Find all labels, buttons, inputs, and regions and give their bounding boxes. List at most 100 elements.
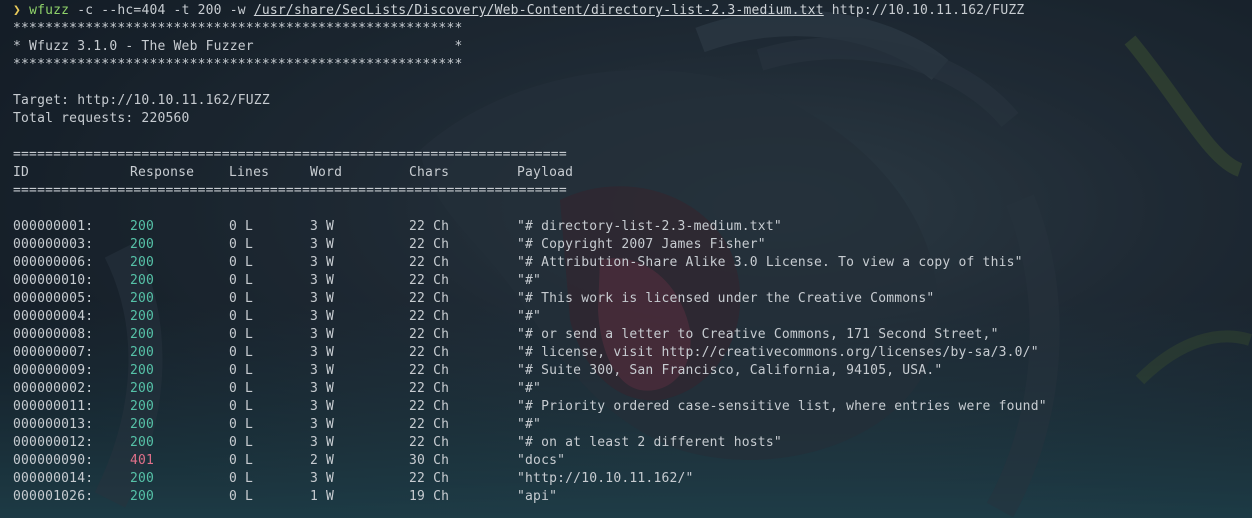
terminal-output: ❯ wfuzz -c --hc=404 -t 200 -w /usr/share…	[0, 0, 1252, 518]
row-lines: 0 L	[229, 363, 254, 378]
row-response: 200	[130, 255, 155, 270]
row-lines: 0 L	[229, 291, 254, 306]
row-id: 000000090:	[13, 453, 94, 468]
row-payload: "#"	[517, 309, 542, 324]
row-lines: 0 L	[229, 471, 254, 486]
table-separator-bottom: ========================================…	[13, 183, 567, 198]
row-word: 3 W	[310, 363, 335, 378]
table-row: 000000014: 200 0 L 3 W 22 Ch "http://10.10.11…	[13, 470, 1213, 488]
table-row: 000001026: 200 0 L 1 W 19 Ch "api"	[13, 488, 1213, 506]
row-id: 000000014:	[13, 471, 94, 486]
row-word: 1 W	[310, 489, 335, 504]
row-payload: "#"	[517, 381, 542, 396]
row-payload: "# license, visit http://creativecommons…	[517, 345, 1039, 360]
row-response: 200	[130, 381, 155, 396]
row-response: 200	[130, 219, 155, 234]
header-id: ID	[13, 165, 30, 180]
total-requests: Total requests: 220560	[13, 111, 190, 126]
row-chars: 22 Ch	[409, 327, 450, 342]
row-chars: 22 Ch	[409, 309, 450, 324]
header-response: Response	[130, 165, 195, 180]
row-chars: 30 Ch	[409, 453, 450, 468]
row-payload: "# or send a letter to Creative Commons,…	[517, 327, 999, 342]
row-id: 000001026:	[13, 489, 94, 504]
header-lines: Lines	[229, 165, 270, 180]
table-row: 000000012: 200 0 L 3 W 22 Ch "# on at least 2…	[13, 434, 1213, 452]
row-word: 3 W	[310, 273, 335, 288]
row-lines: 0 L	[229, 489, 254, 504]
row-id: 000000005:	[13, 291, 94, 306]
row-payload: "# Priority ordered case-sensitive list,…	[517, 399, 1047, 414]
prompt-arrow-icon: ❯	[13, 3, 22, 18]
row-lines: 0 L	[229, 237, 254, 252]
row-chars: 22 Ch	[409, 399, 450, 414]
table-row: 000000008: 200 0 L 3 W 22 Ch "# or send a let…	[13, 326, 1213, 344]
table-row: 000000004: 200 0 L 3 W 22 Ch "#"	[13, 308, 1213, 326]
row-lines: 0 L	[229, 417, 254, 432]
row-response: 200	[130, 489, 155, 504]
row-chars: 22 Ch	[409, 255, 450, 270]
table-row: 000000090: 401 0 L 2 W 30 Ch "docs"	[13, 452, 1213, 470]
row-payload: "# Copyright 2007 James Fisher"	[517, 237, 766, 252]
row-chars: 22 Ch	[409, 417, 450, 432]
row-lines: 0 L	[229, 273, 254, 288]
row-response: 200	[130, 309, 155, 324]
row-chars: 22 Ch	[409, 273, 450, 288]
row-chars: 22 Ch	[409, 237, 450, 252]
row-response: 200	[130, 363, 155, 378]
command-program: wfuzz	[29, 3, 70, 18]
row-word: 3 W	[310, 435, 335, 450]
header-payload: Payload	[517, 165, 574, 180]
row-id: 000000003:	[13, 237, 94, 252]
row-word: 3 W	[310, 399, 335, 414]
row-payload: "http://10.10.11.162/"	[517, 471, 694, 486]
table-row: 000000007: 200 0 L 3 W 22 Ch "# license, visi…	[13, 344, 1213, 362]
row-response: 200	[130, 237, 155, 252]
row-lines: 0 L	[229, 453, 254, 468]
row-id: 000000011:	[13, 399, 94, 414]
row-chars: 22 Ch	[409, 291, 450, 306]
table-row: 000000011: 200 0 L 3 W 22 Ch "# Priority orde…	[13, 398, 1213, 416]
row-payload: "docs"	[517, 453, 566, 468]
row-payload: "# This work is licensed under the Creat…	[517, 291, 935, 306]
row-word: 3 W	[310, 417, 335, 432]
header-chars: Chars	[409, 165, 450, 180]
row-id: 000000008:	[13, 327, 94, 342]
table-row: 000000010: 200 0 L 3 W 22 Ch "#"	[13, 272, 1213, 290]
row-response: 401	[130, 453, 155, 468]
row-id: 000000009:	[13, 363, 94, 378]
header-word: Word	[310, 165, 343, 180]
command-url: http://10.10.11.162/FUZZ	[823, 3, 1025, 18]
row-lines: 0 L	[229, 219, 254, 234]
row-id: 000000012:	[13, 435, 94, 450]
banner-title: * Wfuzz 3.1.0 - The Web Fuzzer *	[13, 39, 463, 54]
row-id: 000000006:	[13, 255, 94, 270]
row-payload: "#"	[517, 273, 542, 288]
command-line: ❯ wfuzz -c --hc=404 -t 200 -w /usr/share…	[13, 2, 1024, 20]
row-payload: "# on at least 2 different hosts"	[517, 435, 782, 450]
table-row: 000000006: 200 0 L 3 W 22 Ch "# Attribution-S…	[13, 254, 1213, 272]
row-id: 000000002:	[13, 381, 94, 396]
row-lines: 0 L	[229, 381, 254, 396]
row-word: 3 W	[310, 381, 335, 396]
row-payload: "# directory-list-2.3-medium.txt"	[517, 219, 782, 234]
table-separator-top: ========================================…	[13, 147, 567, 162]
row-response: 200	[130, 417, 155, 432]
row-lines: 0 L	[229, 435, 254, 450]
target-info: Target: http://10.10.11.162/FUZZ	[13, 93, 270, 108]
row-id: 000000001:	[13, 219, 94, 234]
row-lines: 0 L	[229, 399, 254, 414]
row-word: 3 W	[310, 255, 335, 270]
row-word: 3 W	[310, 345, 335, 360]
row-id: 000000004:	[13, 309, 94, 324]
row-chars: 22 Ch	[409, 471, 450, 486]
row-response: 200	[130, 471, 155, 486]
row-id: 000000013:	[13, 417, 94, 432]
row-lines: 0 L	[229, 327, 254, 342]
row-chars: 22 Ch	[409, 363, 450, 378]
row-word: 3 W	[310, 327, 335, 342]
row-chars: 22 Ch	[409, 381, 450, 396]
row-word: 3 W	[310, 471, 335, 486]
row-word: 2 W	[310, 453, 335, 468]
row-chars: 22 Ch	[409, 219, 450, 234]
